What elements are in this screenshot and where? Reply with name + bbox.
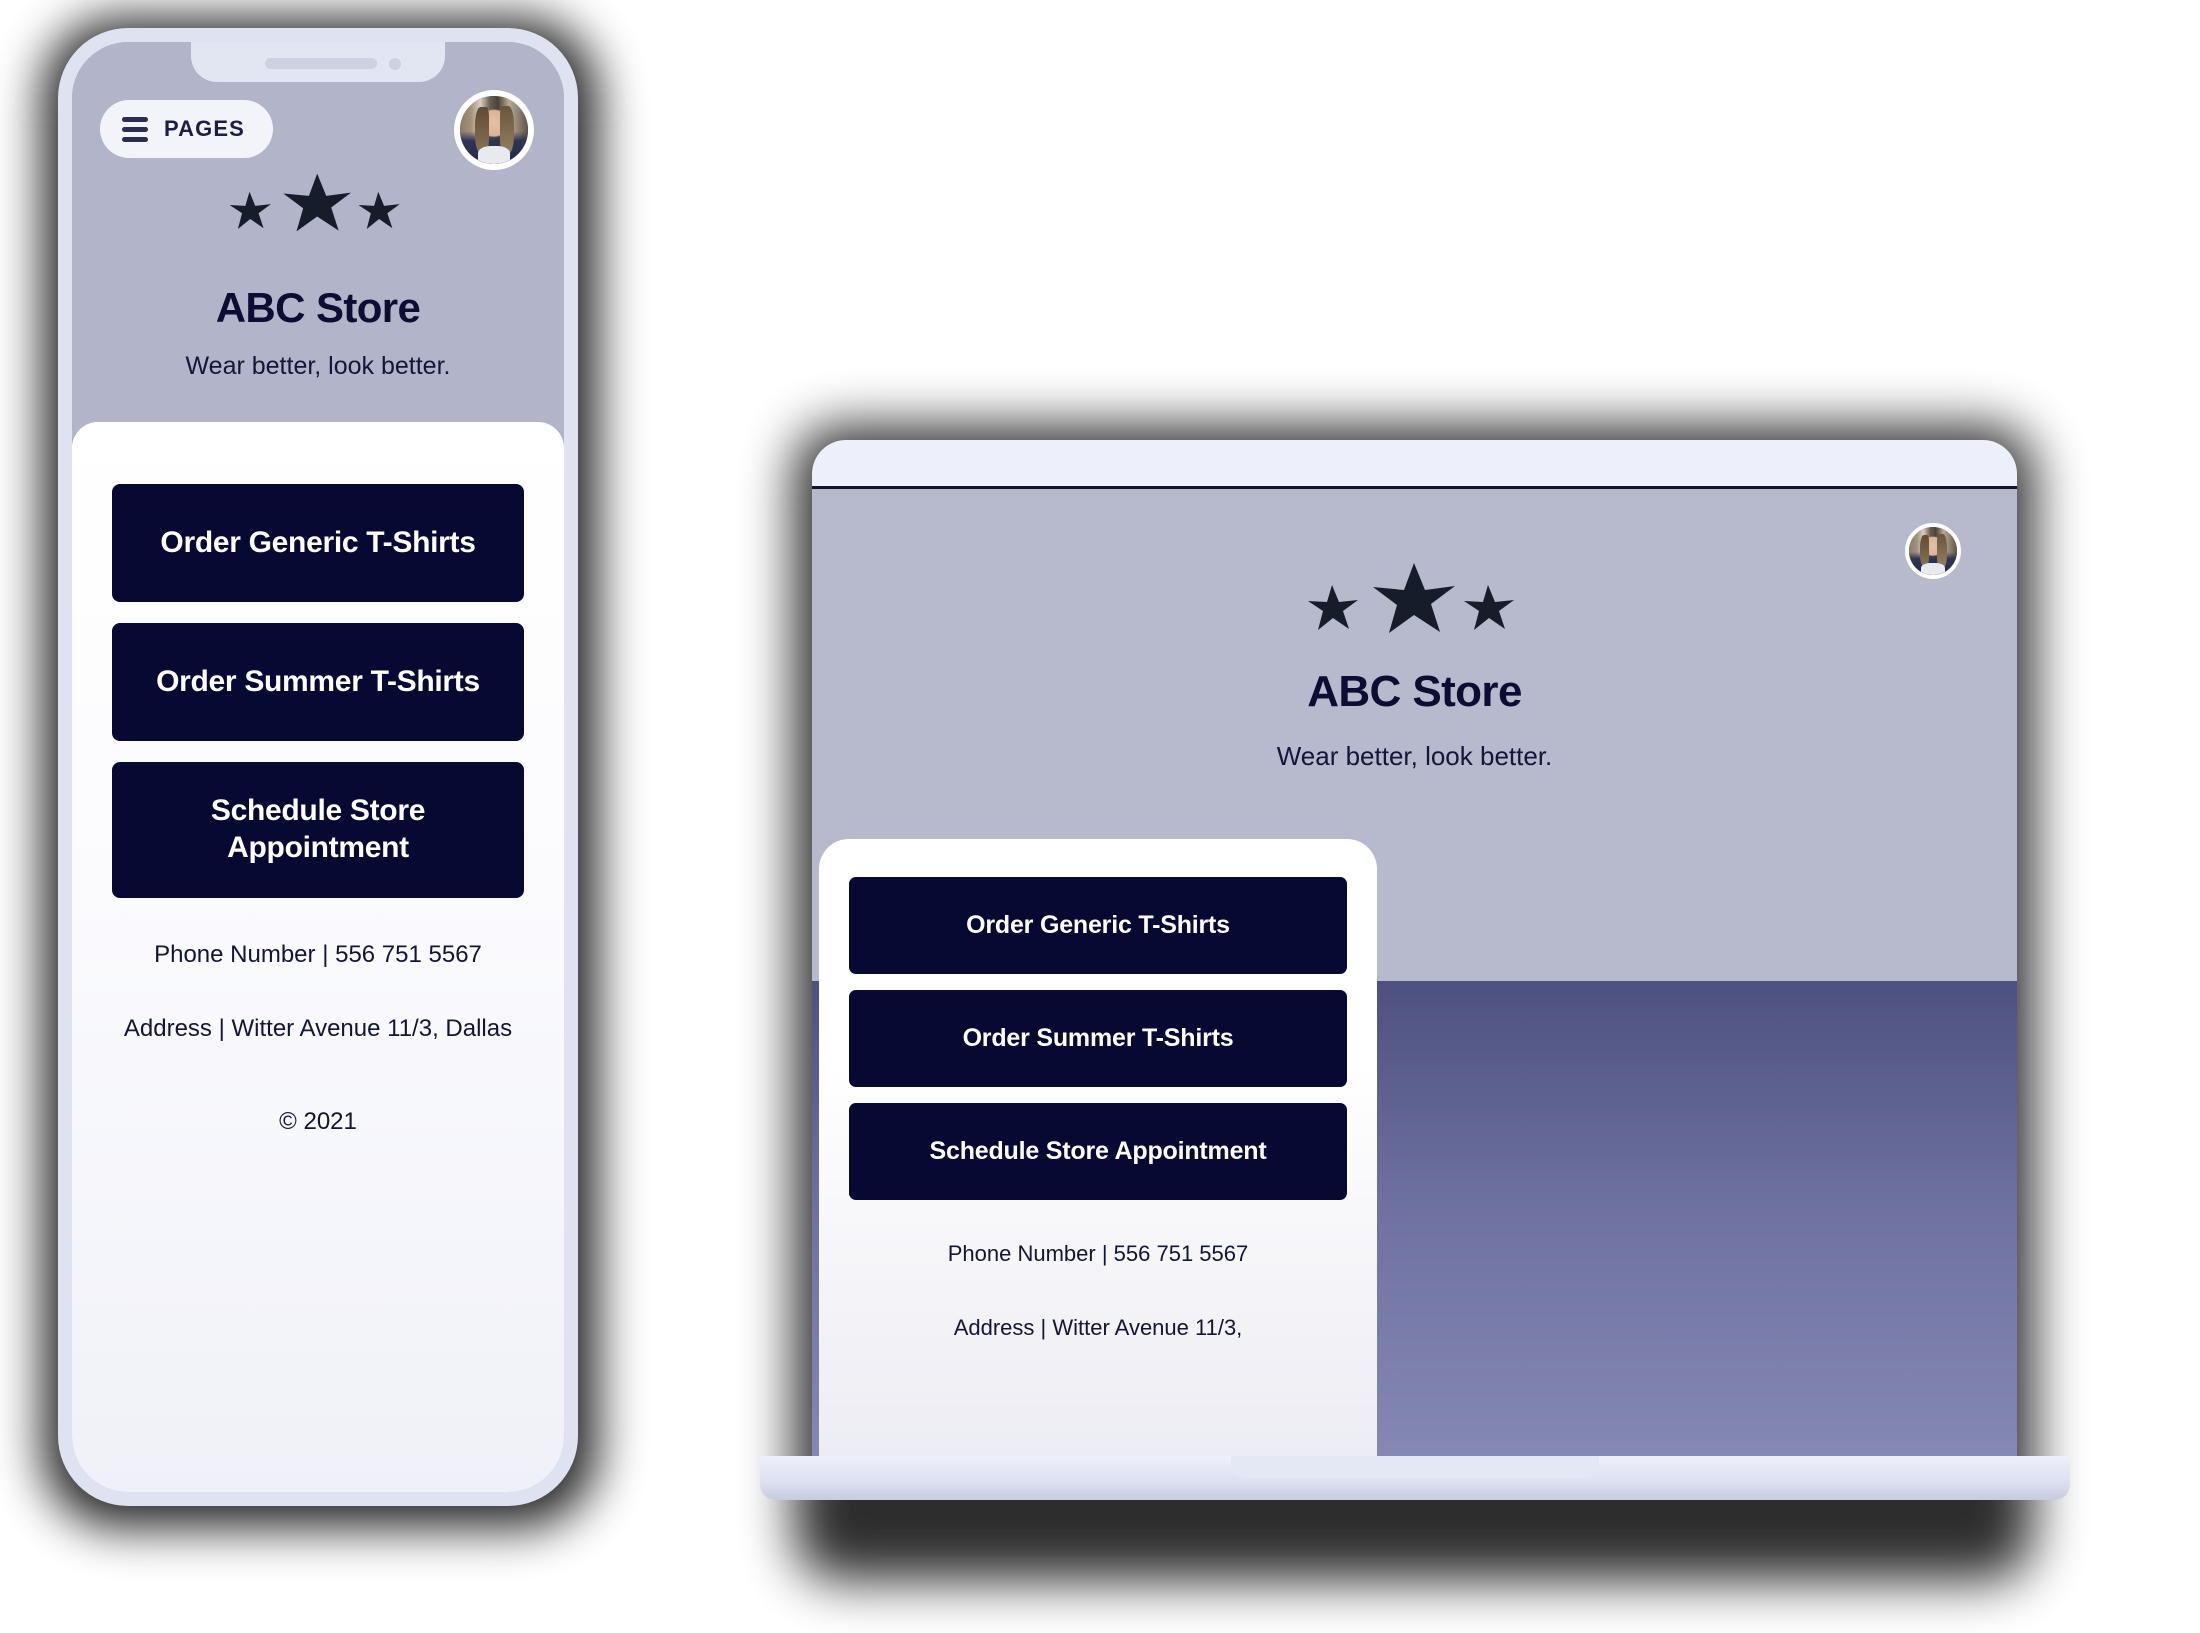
- pages-menu-button[interactable]: PAGES: [100, 100, 273, 158]
- order-generic-tshirts-button[interactable]: Order Generic T-Shirts: [112, 484, 524, 602]
- phone-notch: [191, 42, 445, 82]
- laptop-base-notch: [1231, 1456, 1599, 1478]
- avatar-photo: [460, 96, 528, 164]
- phone-content-card: Order Generic T-Shirts Order Summer T-Sh…: [72, 422, 564, 1492]
- page-title: ABC Store: [215, 284, 421, 331]
- laptop-device: ABC Store Wear better, look better. Orde…: [760, 426, 2070, 1581]
- phone-screen: PAGES ABC Store Wear better, look better…: [72, 42, 564, 1492]
- phone-card-body: Order Generic T-Shirts Order Summer T-Sh…: [112, 484, 524, 1136]
- speaker-grille-icon: [265, 58, 377, 69]
- pages-menu-label: PAGES: [164, 116, 245, 141]
- laptop-lid: ABC Store Wear better, look better. Orde…: [812, 440, 2017, 1460]
- address-text: Address | Witter Avenue 11/3, Dallas: [123, 1015, 513, 1043]
- page-tagline: Wear better, look better.: [185, 352, 451, 380]
- copyright-text: © 2021: [279, 1108, 357, 1136]
- phone-number-text: Phone Number | 556 751 5567: [947, 1241, 1249, 1266]
- phone-number-text: Phone Number | 556 751 5567: [154, 941, 482, 968]
- order-summer-tshirts-button[interactable]: Order Summer T-Shirts: [849, 990, 1347, 1087]
- phone-frame: PAGES ABC Store Wear better, look better…: [58, 28, 578, 1506]
- avatar[interactable]: [454, 90, 534, 170]
- address-text: Address | Witter Avenue 11/3,: [953, 1314, 1243, 1340]
- three-stars-icon: [812, 561, 2017, 641]
- schedule-store-appointment-button[interactable]: Schedule Store Appointment: [849, 1103, 1347, 1200]
- order-summer-tshirts-button[interactable]: Order Summer T-Shirts: [112, 623, 524, 741]
- front-camera-icon: [389, 58, 401, 70]
- hamburger-icon: [122, 116, 148, 142]
- three-stars-icon: [72, 170, 564, 240]
- phone-device: PAGES ABC Store Wear better, look better…: [42, 18, 598, 1528]
- laptop-screen: ABC Store Wear better, look better. Orde…: [812, 486, 2017, 1460]
- laptop-content-card: Order Generic T-Shirts Order Summer T-Sh…: [819, 839, 1377, 1460]
- page-title: ABC Store: [1307, 667, 1522, 716]
- order-generic-tshirts-button[interactable]: Order Generic T-Shirts: [849, 877, 1347, 974]
- laptop-base: [760, 1456, 2070, 1500]
- page-tagline: Wear better, look better.: [1276, 741, 1553, 771]
- avatar-torso: [477, 146, 511, 164]
- laptop-card-body: Order Generic T-Shirts Order Summer T-Sh…: [849, 877, 1347, 1344]
- device-mockup-scene: ABC Store Wear better, look better. Orde…: [0, 0, 2200, 1633]
- schedule-store-appointment-button[interactable]: Schedule Store Appointment: [112, 762, 524, 898]
